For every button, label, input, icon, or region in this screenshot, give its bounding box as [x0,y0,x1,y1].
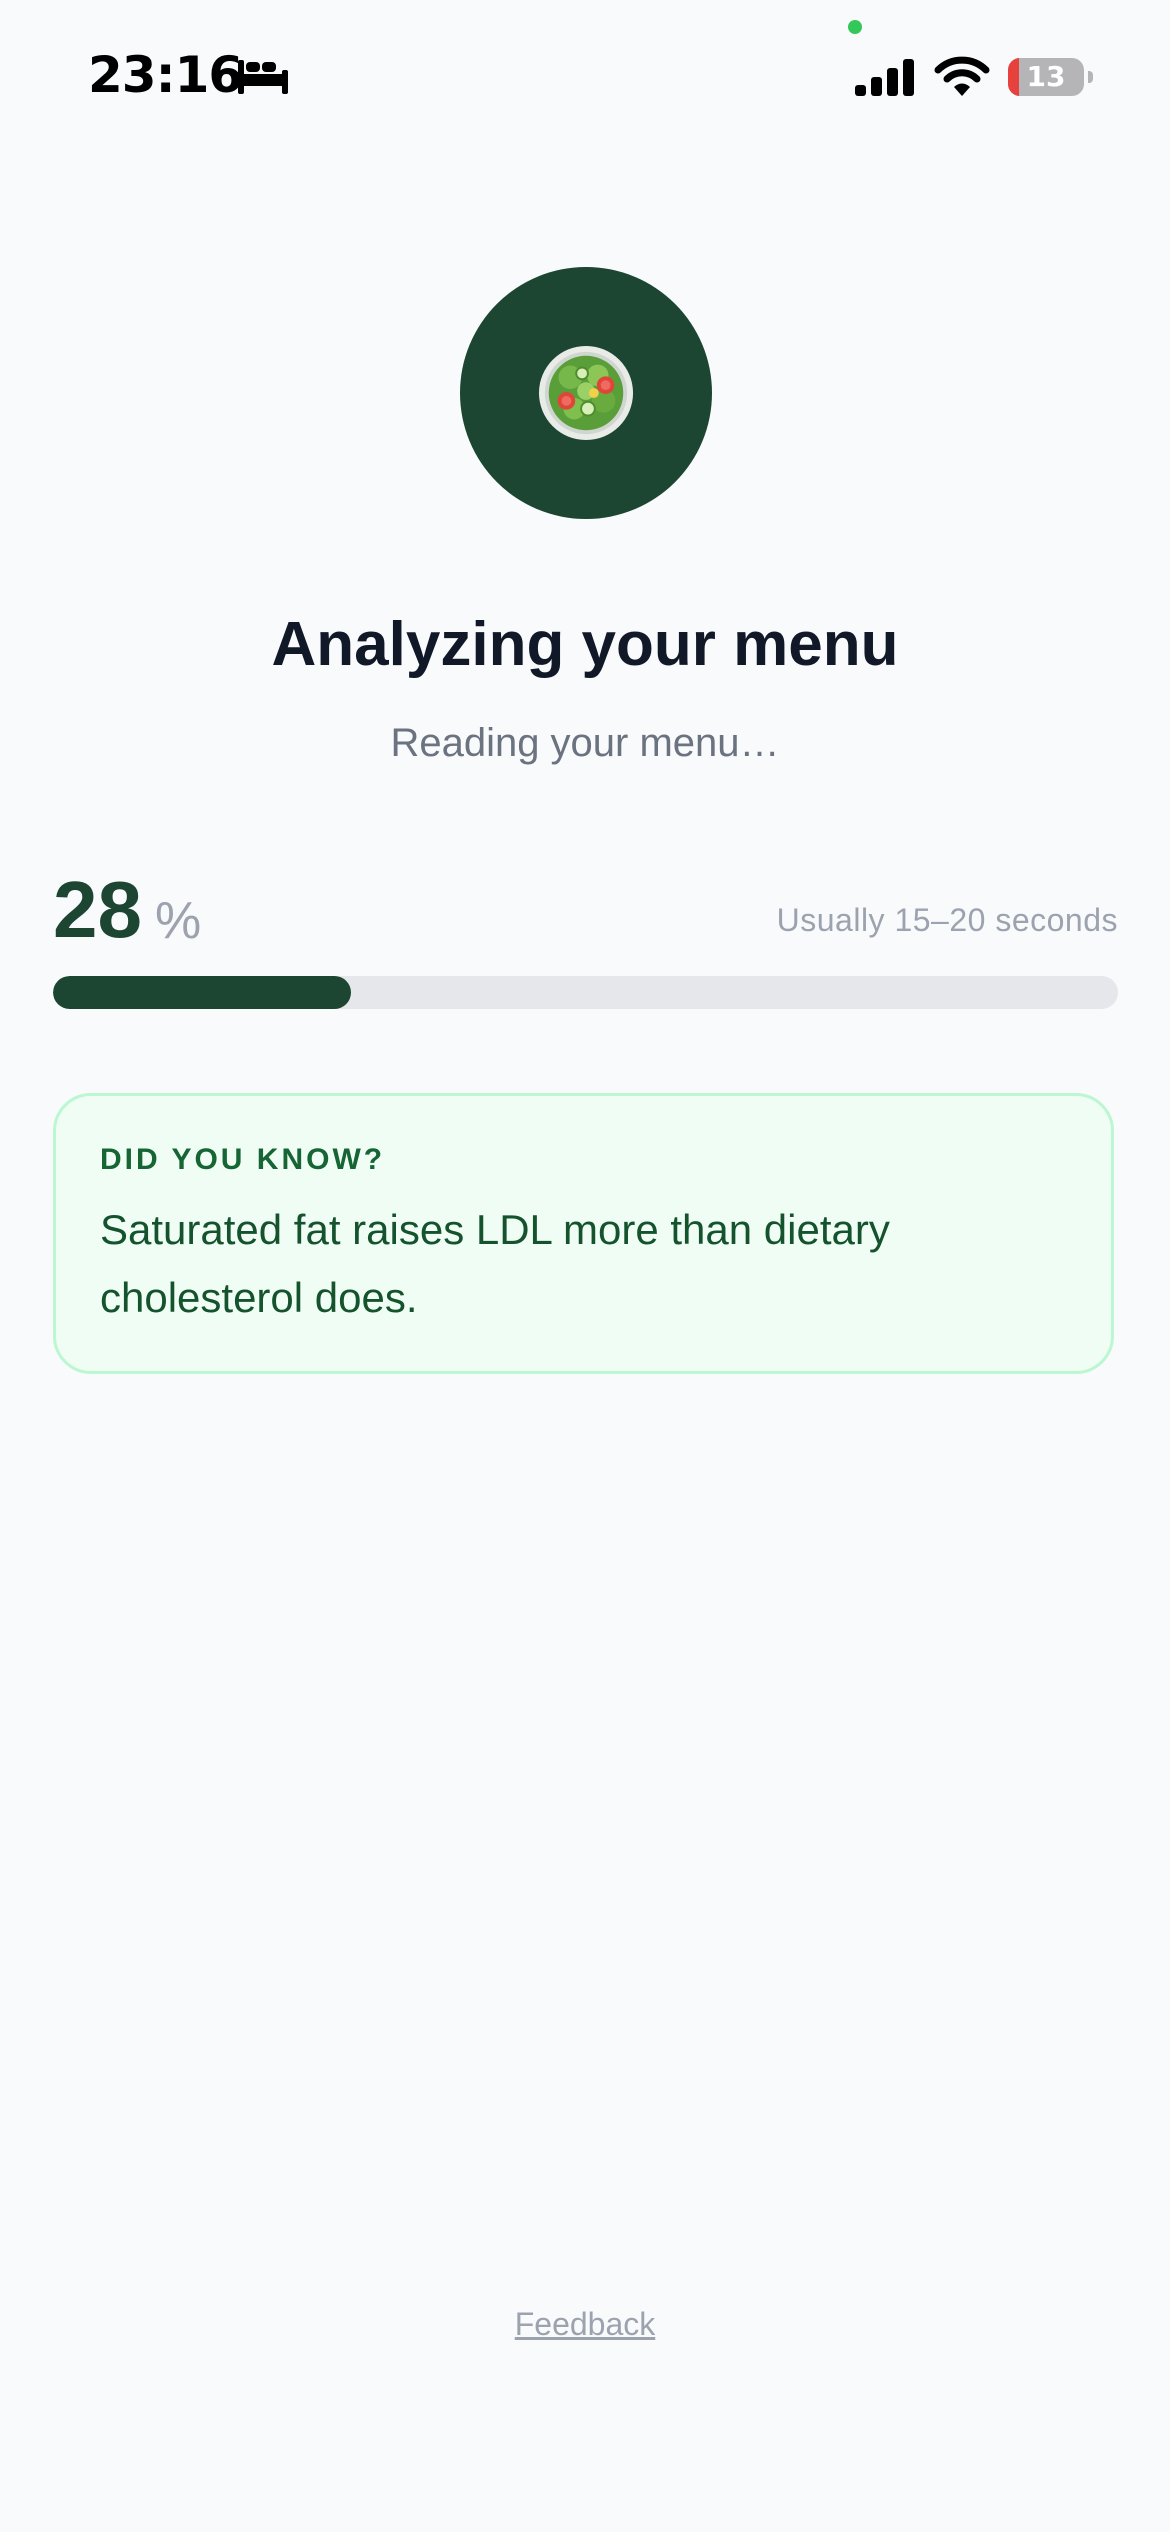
battery-indicator: 13 [1008,58,1093,96]
green-salad-icon [538,345,634,441]
battery-percentage: 13 [1026,60,1066,93]
tip-heading: DID YOU KNOW? [100,1143,386,1176]
wifi-icon [934,56,990,96]
progress-duration-hint: Usually 15–20 seconds [776,902,1118,938]
status-time: 23:16 [88,46,243,104]
battery-cap [1088,71,1093,83]
progress-percent-value: 28 [53,865,142,954]
progress-percent-unit: % [155,892,202,950]
tip-text: Saturated fat raises LDL more than dieta… [100,1206,890,1321]
analyzing-hero-badge [460,267,712,519]
battery-body: 13 [1008,58,1084,96]
status-bar: 23:16 13 [0,0,1170,150]
microphone-in-use-indicator [848,20,862,34]
status-subtitle: Reading your menu… [390,721,780,765]
feedback-link[interactable]: Feedback [0,2302,1170,2346]
did-you-know-card: DID YOU KNOW? Saturated fat raises LDL m… [53,1093,1114,1374]
progress-header: 28 % Usually 15–20 seconds [53,860,1118,960]
cellular-signal-icon [855,59,914,96]
bed-icon [238,60,288,94]
progress-bar-fill [53,976,352,1009]
progress-bar [53,976,1118,1009]
page-title: Analyzing your menu [271,610,899,679]
